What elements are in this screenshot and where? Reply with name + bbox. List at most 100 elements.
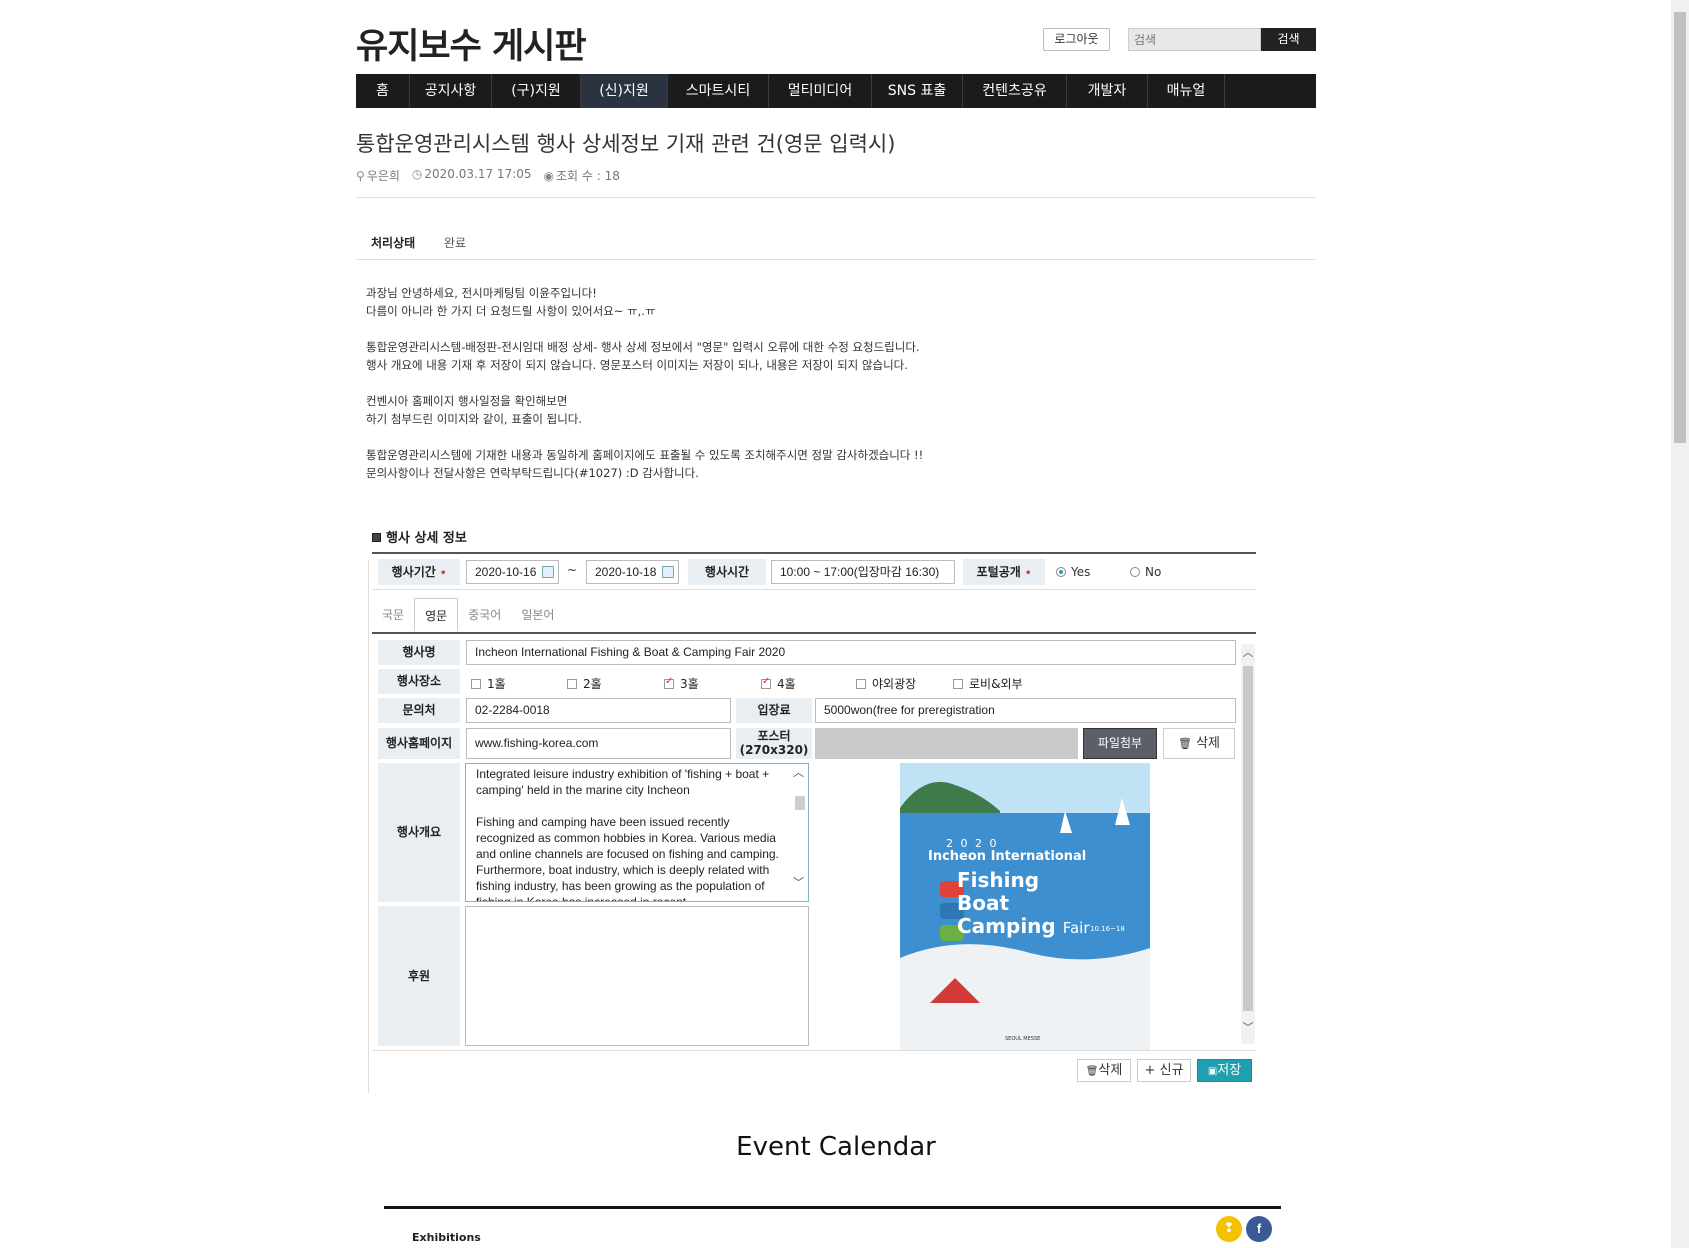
trash-icon: 🗑 [1177,737,1192,750]
homepage-field[interactable]: www.fishing-korea.com [466,728,731,759]
embed-edge [368,560,369,1093]
delete-file-button[interactable]: 🗑 삭제 [1163,728,1235,759]
date-separator: ~ [567,563,578,577]
venue-label: 행사장소 [378,669,460,694]
nav-item-notice[interactable]: 공지사항 [410,74,492,108]
poster-line4: Camping Fair [957,914,1090,938]
contact-label: 문의처 [378,698,460,723]
nav-item-manual[interactable]: 매뉴얼 [1148,74,1225,108]
nav-item-old-support[interactable]: (구)지원 [492,74,581,108]
site-title: 유지보수 게시판 [356,27,587,67]
tab-english[interactable]: 영문 [414,598,459,632]
contact-field[interactable]: 02-2284-0018 [466,698,731,723]
event-name-label: 행사명 [378,640,460,665]
event-name-field[interactable]: Incheon International Fishing & Boat & C… [466,640,1236,665]
time-field[interactable]: 10:00 ~ 17:00(입장마감 16:30) [771,560,955,584]
venue-hall4-checkbox[interactable]: 4홀 [761,675,796,692]
kakao-icon[interactable]: ❢ [1216,1216,1242,1242]
poster-line1: Incheon International [928,849,1087,864]
overview-scrollbar[interactable]: ︿ ﹀ [790,764,808,901]
form-scrollbar[interactable]: ︿ ﹀ [1241,644,1255,1044]
facebook-icon[interactable]: f [1246,1216,1272,1242]
nav-item-sns[interactable]: SNS 표출 [872,74,963,108]
fee-field[interactable]: 5000won(free for preregistration [815,698,1236,723]
section-title: 행사 상세 정보 [372,527,467,546]
sponsor-label: 후원 [378,906,460,1046]
tab-rule [372,632,1256,634]
calendar-icon[interactable] [542,566,554,578]
status-row: 처리상태 완료 [356,226,1316,260]
time-label: 행사시간 [688,559,766,585]
post-date: ◷ 2020.03.17 17:05 [411,167,532,181]
poster-file-field[interactable] [815,728,1078,759]
user-icon: ⚲ [356,169,365,183]
bottom-new-button[interactable]: + 신규 [1137,1059,1191,1082]
poster-line2: Fishing [957,868,1040,892]
nav-item-multimedia[interactable]: 멀티미디어 [769,74,872,108]
post-views: ◉ 조회 수 : 18 [543,169,620,183]
bottom-save-button[interactable]: ▣저장 [1197,1059,1252,1082]
date-start-field[interactable]: 2020-10-16 [466,560,559,584]
logout-button[interactable]: 로그아웃 [1043,28,1110,51]
form-bottom-rule [372,1050,1256,1051]
post-body: 과장님 안녕하세요, 전시마케팅팀 이윤주입니다! 다름이 아니라 한 가지 더… [366,286,924,480]
eye-icon: ◉ [543,169,554,183]
nav-item-new-support[interactable]: (신)지원 [581,74,668,108]
calendar-rule [384,1206,1281,1209]
poster-dates: 10.16~18 [1090,925,1125,933]
venue-lobby-checkbox[interactable]: 로비&외부 [953,675,1023,692]
overview-label: 행사개요 [378,763,460,902]
page-scrollbar[interactable] [1671,0,1689,1248]
post-author[interactable]: ⚲ 우은희 [356,167,400,184]
portal-no-radio[interactable]: No [1130,565,1161,579]
venue-hall2-checkbox[interactable]: 2홀 [567,675,602,692]
calendar-icon[interactable] [662,566,674,578]
trash-icon: 🗑 [1085,1066,1099,1077]
divider [356,197,1316,198]
calendar-category[interactable]: Exhibitions [412,1231,481,1244]
language-tabs: 국문 영문 중국어 일본어 [372,598,564,632]
search-input[interactable] [1128,28,1261,51]
poster-line3: Boat [957,891,1010,915]
calendar-title: Event Calendar [736,1132,936,1162]
venue-outdoor-checkbox[interactable]: 야외광장 [856,675,916,692]
homepage-label: 행사홈페이지 [378,728,460,759]
status-value: 완료 [444,236,467,250]
venue-hall1-checkbox[interactable]: 1홀 [471,675,506,692]
scroll-up-icon[interactable]: ︿ [1241,644,1255,660]
poster-sponsor-logos: SEOUL MESSE [1005,1036,1041,1042]
portal-yes-radio[interactable]: Yes [1056,565,1090,579]
clock-icon: ◷ [411,167,423,181]
section-bullet-icon [372,533,381,542]
venue-hall3-checkbox[interactable]: 3홀 [664,675,699,692]
sponsor-textarea[interactable] [465,906,809,1046]
status-label: 처리상태 [371,236,416,250]
main-nav: 홈 공지사항 (구)지원 (신)지원 스마트시티 멀티미디어 SNS 표출 컨텐… [356,74,1316,108]
attach-file-button[interactable]: 파일첨부 [1083,728,1157,759]
scroll-up-icon[interactable]: ︿ [793,764,804,780]
nav-item-smartcity[interactable]: 스마트시티 [668,74,769,108]
search-button[interactable]: 검색 [1261,28,1316,51]
date-end-field[interactable]: 2020-10-18 [586,560,679,584]
nav-item-home[interactable]: 홈 [356,74,410,108]
tab-chinese[interactable]: 중국어 [458,598,511,632]
portal-label: 포털공개 • [963,559,1045,585]
poster-label: 포스터 (270x320) [736,728,812,759]
page-scroll-thumb[interactable] [1674,12,1686,443]
scroll-down-icon[interactable]: ﹀ [793,874,804,890]
tab-korean[interactable]: 국문 [372,598,414,632]
overview-textarea[interactable]: Integrated leisure industry exhibition o… [465,763,809,902]
scroll-thumb[interactable] [1243,666,1253,1011]
nav-item-developer[interactable]: 개발자 [1067,74,1148,108]
bottom-delete-button[interactable]: 🗑삭제 [1077,1059,1131,1082]
fee-label: 입장료 [736,698,812,723]
row-divider [372,589,1256,590]
event-poster-image: 2 0 2 0 Incheon International Fishing Bo… [900,763,1150,1051]
section-rule [372,552,1256,554]
poster-art [900,763,1150,1051]
scroll-thumb[interactable] [795,796,805,810]
post-meta: ⚲ 우은희 ◷ 2020.03.17 17:05 ◉ 조회 수 : 18 [356,167,620,184]
tab-japanese[interactable]: 일본어 [511,598,564,632]
nav-item-contents[interactable]: 컨텐츠공유 [963,74,1067,108]
scroll-down-icon[interactable]: ﹀ [1241,1019,1255,1035]
